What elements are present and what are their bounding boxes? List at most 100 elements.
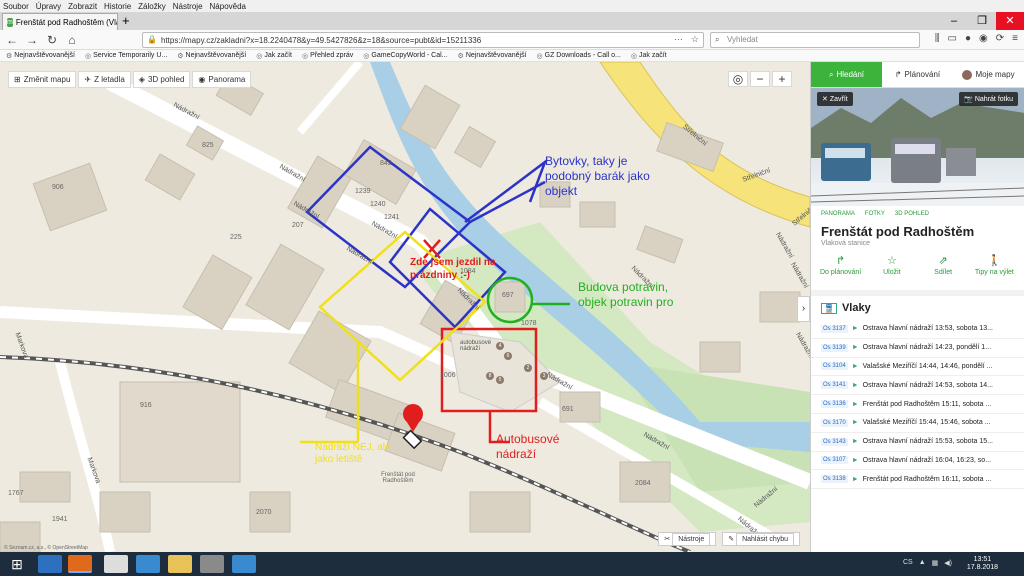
- bus-stop-marker[interactable]: 5: [496, 376, 504, 384]
- minimize-button[interactable]: –: [940, 12, 968, 30]
- locate-icon[interactable]: ◎: [728, 71, 748, 87]
- train-row[interactable]: Os 3139 ► Ostrava hlavní nádraží 14:23, po…: [811, 339, 1024, 358]
- bus-stop-marker[interactable]: 4: [496, 342, 504, 350]
- start-icon[interactable]: ⊞: [6, 555, 28, 573]
- close-photo-button[interactable]: ✕ Zavřít: [817, 92, 853, 106]
- bus-stop-marker[interactable]: 3: [540, 372, 548, 380]
- language-indicator[interactable]: CS: [903, 559, 913, 567]
- menu-item[interactable]: Soubor: [3, 2, 29, 11]
- menu-item[interactable]: Záložky: [138, 2, 166, 11]
- bookmark-item[interactable]: ⚙ Nejnavštěvovanější: [177, 52, 246, 60]
- bus-stop-marker[interactable]: 6: [504, 352, 512, 360]
- new-tab-button[interactable]: +: [122, 13, 130, 28]
- more-icon[interactable]: ···: [674, 34, 683, 45]
- volume-icon[interactable]: ◀): [944, 559, 952, 567]
- photos-link[interactable]: FOTKY: [865, 211, 885, 217]
- train-row[interactable]: Os 3136 ► Frenštát pod Radhoštěm 15:11, so…: [811, 395, 1024, 414]
- bookmark-item[interactable]: ◎ Přehled zpráv: [302, 52, 353, 60]
- tools-button[interactable]: ✂ Nástroje: [658, 532, 717, 546]
- app-icon[interactable]: [104, 555, 128, 573]
- gear-icon: ⚙: [6, 52, 13, 60]
- menu-item[interactable]: Úpravy: [36, 2, 61, 11]
- save-button[interactable]: ☆ Uložit: [866, 254, 917, 276]
- maximize-button[interactable]: ❐: [968, 12, 996, 30]
- app-icon[interactable]: [232, 555, 256, 573]
- train-row[interactable]: Os 3138 ► Frenštát pod Radhoštěm 16:11, so…: [811, 470, 1024, 490]
- upload-photo-button[interactable]: 📷 Nahrát fotku: [959, 92, 1018, 106]
- bookmark-item[interactable]: ⚙ Nejnavštěvovanější: [458, 52, 527, 60]
- bookmark-item[interactable]: ⚙ Nejnavštěvovanější: [6, 52, 75, 60]
- hamburger-menu-icon[interactable]: ≡: [1012, 33, 1018, 44]
- train-row[interactable]: Os 3107 ► Ostrava hlavní nádraží 16:04, 16…: [811, 452, 1024, 471]
- zoom-in-button[interactable]: +: [772, 71, 792, 87]
- back-icon[interactable]: ←: [6, 33, 18, 47]
- menu-item[interactable]: Historie: [104, 2, 131, 11]
- zoom-out-button[interactable]: −: [750, 71, 770, 87]
- house-number: 906: [52, 184, 64, 191]
- arrow-icon: ►: [851, 344, 859, 352]
- forward-icon[interactable]: →: [26, 33, 38, 47]
- 3d-button[interactable]: ◈ 3D pohled: [132, 71, 191, 88]
- tab-my-maps[interactable]: Moje mapy: [953, 62, 1024, 88]
- firefox-icon[interactable]: [68, 555, 92, 573]
- panorama-button[interactable]: ◉ Panorama: [192, 71, 252, 88]
- avatar: [962, 69, 973, 80]
- panel-links: PANORAMA FOTKY 3D POHLED: [811, 206, 1024, 222]
- map-canvas[interactable]: Nádražní Nádražní Nádražní Nádražní Nádr…: [0, 62, 810, 552]
- train-row[interactable]: Os 3143 ► Ostrava hlavní nádraží 15:53, so…: [811, 433, 1024, 452]
- tab-search[interactable]: ⌕ Hledání: [811, 62, 882, 88]
- station-photo[interactable]: ✕ Zavřít 📷 Nahrát fotku: [811, 88, 1024, 206]
- bookmark-item[interactable]: ◎ Service Temporarily U...: [85, 52, 167, 60]
- arrow-icon: ►: [851, 475, 859, 483]
- house-number: 207: [292, 222, 304, 229]
- train-info: Ostrava hlavní nádraží 13:53, sobota 13.…: [862, 325, 993, 333]
- menu-item[interactable]: Nápověda: [210, 2, 246, 11]
- app-icon[interactable]: [136, 555, 160, 573]
- search-input[interactable]: ⌕ Vyhledat: [710, 32, 920, 48]
- bus-stop-marker[interactable]: 2: [524, 364, 532, 372]
- bus-stop-marker[interactable]: 8: [486, 372, 494, 380]
- clock[interactable]: 13:51 17.8.2018: [967, 556, 998, 572]
- chevron-up-icon[interactable]: ▲: [919, 559, 926, 567]
- bookmark-item[interactable]: ◎ Jak začít: [631, 52, 667, 60]
- browser-tab[interactable]: m Frenštát pod Radhoštěm (Vlakov ×: [2, 13, 118, 30]
- home-icon[interactable]: ⌂: [66, 33, 78, 47]
- folder-icon[interactable]: [168, 555, 192, 573]
- addon-icon[interactable]: ●: [965, 33, 971, 44]
- train-row[interactable]: Os 3170 ► Valašské Meziříčí 15:44, 15:46, …: [811, 414, 1024, 433]
- add-to-plan-button[interactable]: ↱ Do plánování: [815, 254, 866, 276]
- trip-tips-button[interactable]: 🚶 Tipy na výlet: [969, 254, 1020, 276]
- collapse-panel-button[interactable]: ›: [797, 296, 810, 322]
- sync-icon[interactable]: ⟳: [996, 33, 1004, 44]
- toolbar-icons: ⫼ ▭ ● ◉ ⟳ ≡: [935, 33, 1018, 44]
- change-map-button[interactable]: ⊞ Změnit mapu: [8, 71, 77, 88]
- share-button[interactable]: ⇗ Sdílet: [918, 254, 969, 276]
- train-row[interactable]: Os 3104 ► Valašské Meziříčí 14:44, 14:46, …: [811, 358, 1024, 377]
- url-bar[interactable]: 🔒 https://mapy.cz/zakladni?x=18.2240478&…: [142, 32, 704, 48]
- sidebar-icon[interactable]: ▭: [948, 33, 957, 44]
- tab-planning[interactable]: ↱ Plánování: [882, 62, 953, 88]
- annotation-blue: Bytovky, taky je podobný barák jako obje…: [545, 154, 650, 198]
- close-window-button[interactable]: ✕: [996, 12, 1024, 30]
- place-title: Frenštát pod Radhoštěm: [821, 224, 975, 239]
- panorama-link[interactable]: PANORAMA: [821, 211, 855, 217]
- reload-icon[interactable]: ↻: [46, 33, 58, 47]
- report-error-button[interactable]: ✎ Nahlásit chybu: [722, 532, 800, 546]
- bookmark-item[interactable]: ◎ Jak začít: [256, 52, 292, 60]
- bookmark-item[interactable]: ◎ GameCopyWorld - Cal...: [363, 52, 447, 60]
- library-icon[interactable]: ⫼: [935, 33, 940, 44]
- search-placeholder: Vyhledat: [727, 35, 758, 44]
- menu-item[interactable]: Zobrazit: [68, 2, 97, 11]
- network-icon[interactable]: ▦: [932, 559, 939, 567]
- menu-item[interactable]: Nástroje: [173, 2, 203, 11]
- bookmark-star-icon[interactable]: ☆: [691, 34, 699, 45]
- 3d-link[interactable]: 3D POHLED: [895, 211, 929, 217]
- ie-icon[interactable]: [38, 555, 62, 573]
- train-row[interactable]: Os 3137 ► Ostrava hlavní nádraží 13:53, so…: [811, 320, 1024, 339]
- shield-icon[interactable]: ◉: [979, 33, 988, 44]
- bookmark-item[interactable]: ◎ GZ Downloads - Call o...: [537, 52, 621, 60]
- aerial-button[interactable]: ✈ Z letadla: [78, 71, 131, 88]
- route-icon: ↱: [894, 70, 902, 79]
- app-icon[interactable]: [200, 555, 224, 573]
- train-row[interactable]: Os 3141 ► Ostrava hlavní nádraží 14:53, so…: [811, 376, 1024, 396]
